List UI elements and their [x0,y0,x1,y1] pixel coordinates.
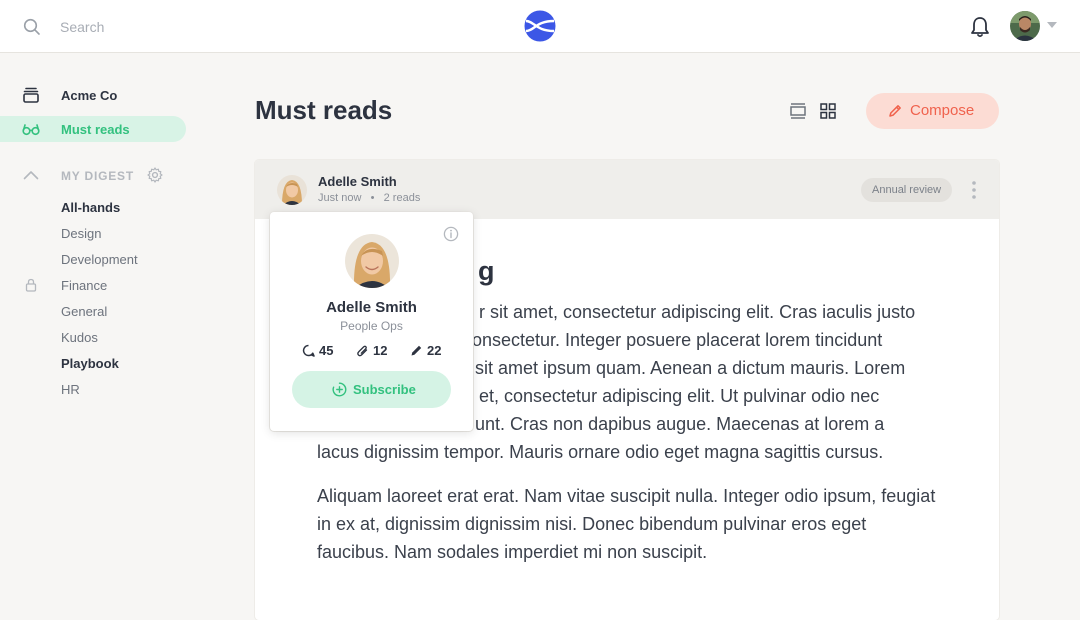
popover-name: Adelle Smith [326,299,417,316]
meta-separator: • [364,192,381,204]
glasses-icon [22,124,40,136]
chevron-down-icon[interactable] [1047,22,1057,29]
popover-avatar [345,234,399,288]
post-meta: Just now • 2 reads [318,192,420,204]
info-icon[interactable] [443,226,459,242]
comment-icon [302,344,315,357]
inbox-stack-icon [23,87,39,103]
digest-item-hr[interactable]: HR [61,382,80,397]
sidebar-item-label: Must reads [61,122,130,137]
post-paragraph: Aliquam laoreet erat erat. Nam vitae sus… [317,486,936,562]
compose-button[interactable]: Compose [866,93,999,129]
post-reads: 2 reads [383,192,421,204]
digest-item-all-hands[interactable]: All-hands [61,200,120,215]
pencil-icon [411,345,422,356]
subscribe-label: Subscribe [353,382,416,397]
post-title-text: g [478,256,495,286]
author-popover: Adelle Smith People Ops 45 12 22 Subscri… [270,212,473,431]
list-view-icon[interactable] [789,102,807,120]
logo-icon[interactable] [524,10,556,42]
grid-view-icon[interactable] [820,103,836,119]
digest-item-playbook[interactable]: Playbook [61,356,119,371]
popover-role: People Ops [340,319,403,333]
digest-item-general[interactable]: General [61,304,107,319]
sidebar-item-must-reads[interactable]: Must reads [0,116,186,142]
digest-item-kudos[interactable]: Kudos [61,330,98,345]
digest-item-design[interactable]: Design [61,226,101,241]
stat-value: 12 [373,343,388,358]
search-icon[interactable] [23,18,41,36]
tag-badge[interactable]: Annual review [861,178,953,202]
stat-value: 45 [319,343,334,358]
digest-title: MY DIGEST [61,169,134,183]
avatar[interactable] [1010,11,1040,41]
sidebar-item-acme-co[interactable]: Acme Co [0,82,186,108]
stat-value: 22 [427,343,442,358]
search-input[interactable] [60,14,320,40]
pencil-icon [889,105,901,117]
gear-icon[interactable] [147,167,163,183]
post-line: lacus dignissim tempor. Mauris ornare od… [317,442,884,462]
post-time: Just now [318,192,362,204]
compose-label: Compose [910,102,975,119]
paperclip-icon [357,345,368,357]
bell-icon[interactable] [970,16,990,38]
page-title: Must reads [255,95,393,125]
lock-icon [25,278,37,292]
plus-circle-icon [332,382,347,397]
more-vertical-icon[interactable] [971,180,977,200]
digest-item-development[interactable]: Development [61,252,138,267]
author-name[interactable]: Adelle Smith [318,174,397,189]
author-avatar[interactable] [277,175,307,205]
sidebar-item-label: Acme Co [61,88,118,103]
digest-section-header[interactable]: MY DIGEST [0,162,186,188]
post-header: Adelle Smith Just now • 2 reads Annual r… [255,160,999,219]
chevron-up-icon[interactable] [23,170,39,180]
subscribe-button[interactable]: Subscribe [292,371,451,408]
digest-item-finance[interactable]: Finance [61,278,107,293]
top-bar [0,0,1080,53]
